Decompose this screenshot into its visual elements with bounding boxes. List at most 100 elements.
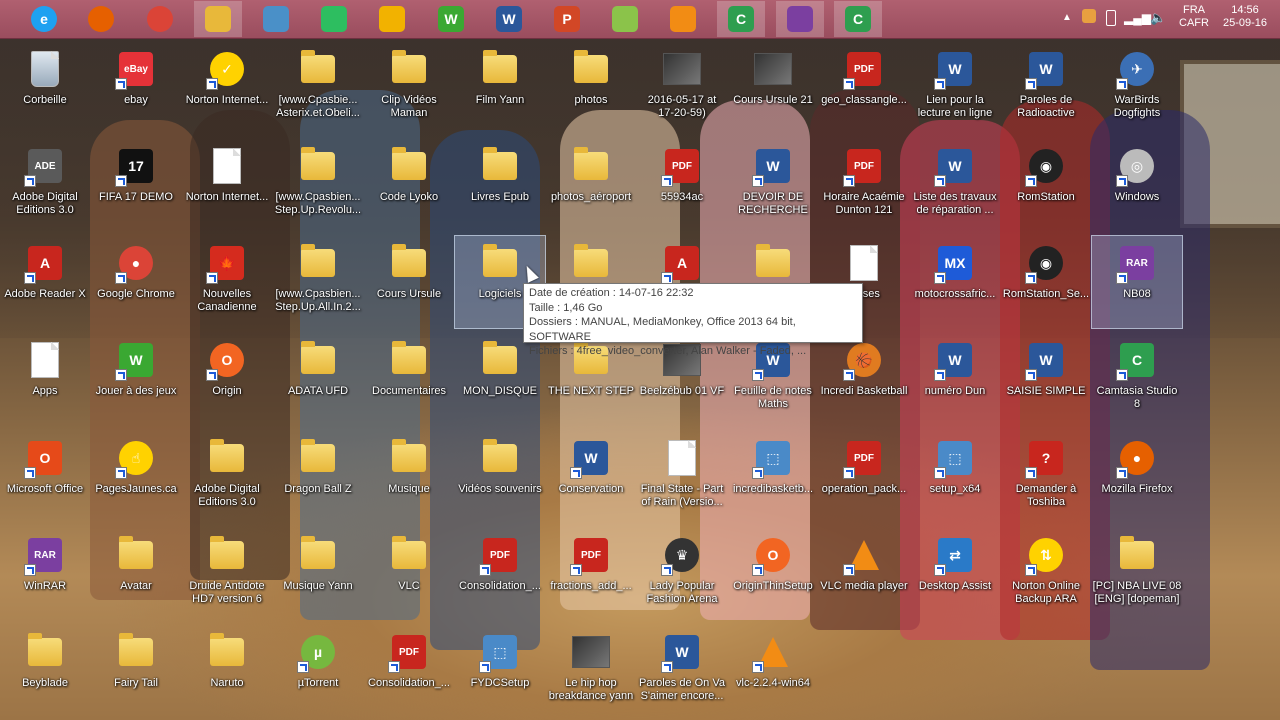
desktop-icon[interactable]: ADE Adobe Digital Editions 3.0 [0,139,90,231]
desktop-icon[interactable]: Film Yann [455,42,545,134]
desktop-icon[interactable]: ⬚ incredibasketb... [728,431,818,523]
winrar-icon[interactable] [776,1,824,37]
desktop-icon[interactable]: Cours Ursule [364,236,454,328]
desktop-icon[interactable]: Naruto [182,625,272,717]
chrome-icon[interactable] [144,3,176,35]
desktop-icon[interactable]: ◉ RomStation [1001,139,1091,231]
desktop-icon[interactable]: ⇄ Desktop Assist [910,528,1000,620]
desktop-icon[interactable]: Le hip hop breakdance yann [546,625,636,717]
desktop-icon[interactable]: [PC] NBA LIVE 08 [ENG] [dopeman] [1092,528,1182,620]
desktop-icon[interactable]: Livres Epub [455,139,545,231]
desktop-icon[interactable]: PDF geo_classangle... [819,42,909,134]
desktop-icon[interactable]: Druide Antidote HD7 version 6 [182,528,272,620]
desktop-icon[interactable]: ☝ PagesJaunes.ca [91,431,181,523]
wifi-icon[interactable]: ▂▄▆ [1124,11,1151,25]
desktop-icon[interactable]: W DEVOIR DE RECHERCHE [728,139,818,231]
desktop-icon[interactable]: [www.Cpasbie... Asterix.et.Obeli... [273,42,363,134]
desktop-icon[interactable]: PDF Consolidation_... [364,625,454,717]
desktop-icon[interactable]: µ µTorrent [273,625,363,717]
desktop-icon[interactable]: Code Lyoko [364,139,454,231]
desktop-icon[interactable]: ◉ RomStation_Se... [1001,236,1091,328]
desktop-icon[interactable]: W Liste des travaux de réparation ... [910,139,1000,231]
desktop-icon[interactable]: PDF operation_pack... [819,431,909,523]
desktop-icon[interactable]: RAR WinRAR [0,528,90,620]
desktop-icon[interactable]: PDF Consolidation_... [455,528,545,620]
speedometer-icon[interactable] [376,3,408,35]
desktop-icon[interactable]: photos_aéroport [546,139,636,231]
desktop-icon[interactable]: W Jouer à des jeux [91,333,181,425]
desktop-icon[interactable]: Musique Yann [273,528,363,620]
desktop-icon[interactable]: W Conservation [546,431,636,523]
desktop-icon[interactable]: Musique [364,431,454,523]
volume-icon[interactable]: 🔈 [1150,10,1166,26]
control-panel-icon[interactable] [260,3,292,35]
desktop-icon[interactable]: Final State - Part of Rain (Versio... [637,431,727,523]
desktop-icon[interactable]: O Microsoft Office [0,431,90,523]
desktop-icon[interactable]: O OriginThinSetup [728,528,818,620]
desktop-icon[interactable]: Norton Internet... [182,139,272,231]
desktop-icon[interactable]: Fairy Tail [91,625,181,717]
desktop-icon[interactable]: ♛ Lady Popular Fashion Arena [637,528,727,620]
tray-app-icon[interactable] [1082,9,1096,23]
desktop-icon[interactable]: 🍁 Nouvelles Canadienne [182,236,272,328]
desktop-icon[interactable]: PDF 55934ac [637,139,727,231]
lab-flask-icon[interactable] [609,3,641,35]
desktop-icon[interactable]: C Camtasia Studio 8 [1092,333,1182,425]
desktop-icon[interactable]: W Paroles de Radioactive [1001,42,1091,134]
desktop-icon[interactable]: photos [546,42,636,134]
desktop-icon[interactable]: W Paroles de On Va S'aimer encore... [637,625,727,717]
desktop-icon[interactable]: ● Google Chrome [91,236,181,328]
desktop-icon[interactable]: Wnuméro Dun [910,333,1000,425]
desktop-icon[interactable]: vlc-2.2.4-win64 [728,625,818,717]
desktop-icon[interactable]: VLC media player [819,528,909,620]
games-icon[interactable]: W [435,3,467,35]
desktop-icon[interactable]: ● Mozilla Firefox [1092,431,1182,523]
desktop-icon[interactable]: ✓ Norton Internet... [182,42,272,134]
desktop-icon[interactable]: PDF fractions_add_... [546,528,636,620]
desktop-icon[interactable]: A Adobe Reader X [0,236,90,328]
clock[interactable]: 14:56 25-09-16 [1218,4,1272,30]
evernote-icon[interactable] [318,3,350,35]
desktop-icon[interactable]: 2016-05-17 at 17-20-59) [637,42,727,134]
desktop-icon[interactable]: PDF Horaire Acaémie Dunton 121 [819,139,909,231]
firefox-icon[interactable] [85,3,117,35]
desktop-icon[interactable]: ADATA UFD [273,333,363,425]
show-hidden-icons-chevron[interactable]: ▲ [1062,12,1072,23]
desktop-icon[interactable]: Cours Ursule 21 [728,42,818,134]
desktop-icon[interactable]: O Origin [182,333,272,425]
desktop-icon[interactable]: ✈ WarBirds Dogfights [1092,42,1182,134]
desktop-icon[interactable]: RAR NB08 [1091,235,1183,329]
desktop-icon[interactable]: Vidéos souvenirs [455,431,545,523]
desktop-icon[interactable]: [www.Cpasbien... Step.Up.All.In.2... [273,236,363,328]
camtasia-recorder-icon[interactable]: C [834,1,882,37]
desktop-icon[interactable]: Beyblade [0,625,90,717]
vlc-icon[interactable] [667,3,699,35]
desktop-icon[interactable]: Apps [0,333,90,425]
desktop-icon[interactable]: Avatar [91,528,181,620]
desktop-icon[interactable]: Adobe Digital Editions 3.0 [182,431,272,523]
desktop-icon[interactable]: Clip Vidéos Maman [364,42,454,134]
desktop-icon[interactable]: Corbeille [0,42,90,134]
powerpoint-icon[interactable]: P [551,3,583,35]
shortcut-arrow-icon [570,467,582,479]
desktop-icon[interactable]: 17 FIFA 17 DEMO [91,139,181,231]
desktop-icon[interactable]: ⬚ setup_x64 [910,431,1000,523]
desktop-icon[interactable]: W SAISIE SIMPLE [1001,333,1091,425]
desktop-icon[interactable]: ? Demander à Toshiba [1001,431,1091,523]
desktop-icon[interactable]: ⬚ FYDCSetup [455,625,545,717]
desktop-icon[interactable]: [www.Cpasbien... Step.Up.Revolu... [273,139,363,231]
file-explorer-icon[interactable] [194,1,242,37]
desktop-icon[interactable]: ⇅ Norton Online Backup ARA [1001,528,1091,620]
camtasia-icon[interactable]: C [717,1,765,37]
desktop-icon[interactable]: eBay ebay [91,42,181,134]
desktop-icon[interactable]: ◎ Windows [1092,139,1182,231]
internet-explorer-icon[interactable]: e [28,3,60,35]
battery-icon[interactable] [1106,10,1116,26]
desktop-icon[interactable]: VLC [364,528,454,620]
desktop-icon[interactable]: Documentaires [364,333,454,425]
language-indicator[interactable]: FRA CAFR [1174,4,1214,30]
desktop-icon[interactable]: W Lien pour la lecture en ligne [910,42,1000,134]
desktop-icon[interactable]: MX motocrossafric... [910,236,1000,328]
desktop-icon[interactable]: Dragon Ball Z [273,431,363,523]
word-icon[interactable]: W [493,3,525,35]
